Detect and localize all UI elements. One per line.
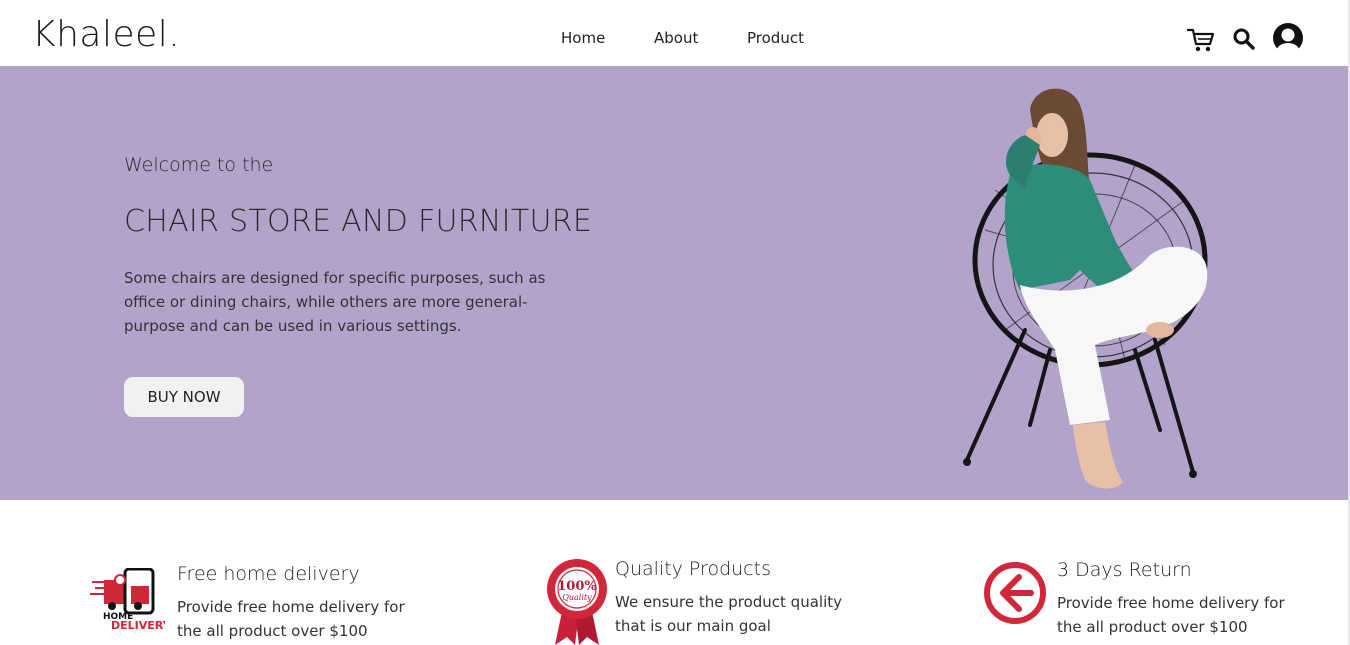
feature-text: Provide free home delivery for the all p… (177, 598, 405, 640)
nav-home-link[interactable]: Home (561, 29, 605, 47)
feature-title: 3 Days Return (1057, 559, 1192, 581)
svg-text:DELIVERY: DELIVERY (111, 619, 165, 632)
buy-now-button[interactable]: BUY NOW (124, 377, 244, 417)
nav-product-link[interactable]: Product (747, 29, 804, 47)
return-arrow-icon (983, 561, 1047, 625)
hero-description: Some chairs are designed for specific pu… (124, 269, 546, 335)
nav-about-link[interactable]: About (654, 29, 698, 47)
feature-text: We ensure the product quality that is ou… (615, 593, 842, 635)
woman-on-chair-image (955, 80, 1225, 500)
cart-icon[interactable] (1186, 27, 1215, 53)
svg-text:100%: 100% (557, 579, 597, 594)
feature-title: Free home delivery (177, 563, 360, 585)
hero-title: CHAIR STORE AND FURNITURE (124, 204, 593, 239)
brand-logo[interactable]: Khaleel. (32, 14, 180, 55)
quality-badge-icon: 100% Quality (545, 557, 609, 645)
user-avatar-icon[interactable] (1272, 22, 1304, 54)
home-delivery-icon: HOME DELIVERY (90, 567, 172, 633)
feature-title: Quality Products (615, 558, 771, 580)
site-header: Khaleel. Home About Product (0, 0, 1348, 66)
svg-text:Quality: Quality (562, 593, 592, 602)
hero-welcome-text: Welcome to the (124, 154, 274, 176)
feature-text: Provide free home delivery for the all p… (1057, 594, 1285, 636)
search-icon[interactable] (1232, 27, 1256, 51)
hero-banner: Welcome to the CHAIR STORE AND FURNITURE… (0, 66, 1348, 500)
